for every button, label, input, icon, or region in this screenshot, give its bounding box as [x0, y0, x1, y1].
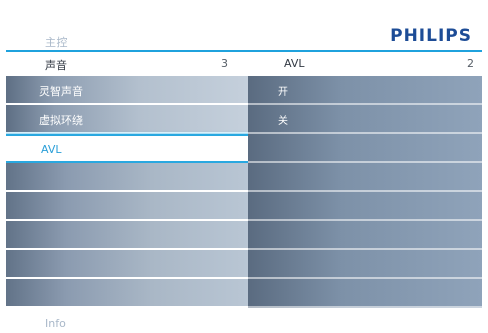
- menu-item-virtual-surround[interactable]: 虚拟环绕: [6, 105, 248, 134]
- option-empty[interactable]: [248, 163, 482, 192]
- menu-item-empty[interactable]: [6, 221, 248, 250]
- menu-item-label: 灵智声音: [39, 85, 83, 98]
- breadcrumb-right-value: 2: [467, 57, 474, 70]
- option-on[interactable]: 开: [248, 76, 482, 105]
- menu-item-incredible-sound[interactable]: 灵智声音: [6, 76, 248, 105]
- option-empty[interactable]: [248, 134, 482, 163]
- menu-item-empty[interactable]: [6, 192, 248, 221]
- menu-item-empty[interactable]: [6, 279, 248, 308]
- left-menu-panel: 灵智声音 虚拟环绕 AVL: [6, 76, 248, 308]
- menu-title: 主控: [45, 36, 68, 49]
- menu-item-empty[interactable]: [6, 250, 248, 279]
- info-hint: Info: [45, 317, 66, 330]
- option-empty[interactable]: [248, 221, 482, 250]
- tv-menu-screen: 主控 PHILIPS 声音 3 AVL 2 灵智声音 虚拟环绕 AVL 开 关 …: [0, 0, 488, 333]
- menu-item-empty[interactable]: [6, 163, 248, 192]
- option-empty[interactable]: [248, 279, 482, 308]
- option-empty[interactable]: [248, 192, 482, 221]
- breadcrumb-left-label: 声音: [45, 59, 67, 72]
- brand-logo: PHILIPS: [390, 26, 472, 46]
- menu-panels: 灵智声音 虚拟环绕 AVL 开 关: [6, 76, 482, 308]
- option-off[interactable]: 关: [248, 105, 482, 134]
- menu-item-avl[interactable]: AVL: [6, 134, 248, 163]
- menu-item-label: AVL: [41, 143, 62, 156]
- breadcrumb-left-value: 3: [221, 57, 228, 70]
- option-label: 开: [278, 87, 288, 98]
- menu-item-label: 虚拟环绕: [39, 114, 83, 127]
- right-options-panel: 开 关: [248, 76, 482, 308]
- option-label: 关: [278, 116, 288, 127]
- breadcrumb-right-label: AVL: [284, 57, 305, 70]
- option-empty[interactable]: [248, 250, 482, 279]
- breadcrumb: 声音 3 AVL 2: [6, 52, 482, 76]
